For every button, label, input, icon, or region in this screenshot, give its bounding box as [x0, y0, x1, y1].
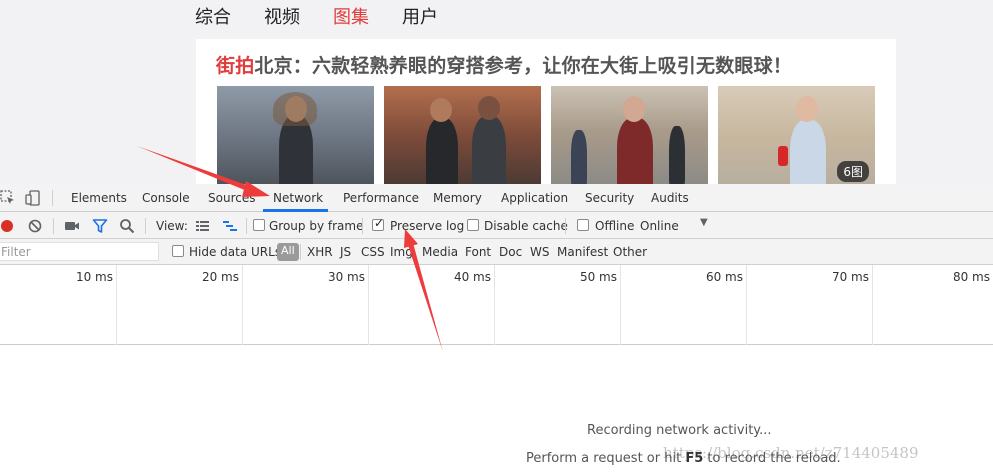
toolbar-divider: [145, 218, 146, 234]
type-filter-ws[interactable]: WS: [530, 245, 549, 259]
type-filter-css[interactable]: CSS: [361, 245, 385, 259]
tab-elements[interactable]: Elements: [71, 191, 127, 205]
devtools-panel: Elements Console Sources Network Perform…: [0, 184, 993, 475]
tab-sources[interactable]: Sources: [208, 191, 255, 205]
clear-icon[interactable]: [27, 218, 43, 234]
timeline-gridline: [368, 265, 369, 345]
tab-audits[interactable]: Audits: [651, 191, 689, 205]
toolbar-divider: [53, 218, 54, 234]
nav-item-user[interactable]: 用户: [402, 3, 438, 29]
device-icon[interactable]: [25, 190, 41, 206]
disable-cache-checkbox[interactable]: [467, 219, 479, 231]
gallery-thumbnail[interactable]: [384, 86, 541, 184]
toolbar-divider: [246, 218, 247, 234]
headline-text: 北京：六款轻熟养眼的穿搭参考，让你在大街上吸引无数眼球！: [254, 55, 793, 77]
nav-item-video[interactable]: 视频: [264, 3, 300, 29]
timeline-tick-label: 30 ms: [327, 270, 365, 284]
toolbar-divider: [300, 244, 301, 260]
offline-label: Offline: [595, 219, 635, 233]
gallery-thumbnail[interactable]: [217, 86, 374, 184]
tab-application[interactable]: Application: [501, 191, 568, 205]
preserve-log-label: Preserve log: [390, 219, 465, 233]
nav-item-gallery[interactable]: 图集: [333, 3, 369, 29]
type-filter-manifest[interactable]: Manifest: [557, 245, 608, 259]
tab-network[interactable]: Network: [273, 191, 323, 205]
tab-memory[interactable]: Memory: [433, 191, 482, 205]
waterfall-view-icon[interactable]: [222, 218, 238, 234]
type-filter-xhr[interactable]: XHR: [307, 245, 333, 259]
filter-input[interactable]: [0, 242, 159, 261]
inspect-icon[interactable]: [0, 190, 16, 206]
nav-item-comprehensive[interactable]: 综合: [195, 3, 231, 29]
toolbar-divider: [362, 218, 363, 234]
timeline-gridline: [746, 265, 747, 345]
web-page-area: 综合 视频 图集 用户 街拍北京：六款轻熟养眼的穿搭参考，让你在大街上吸引无数眼…: [0, 0, 993, 184]
tab-performance[interactable]: Performance: [343, 191, 419, 205]
timeline-gridline: [494, 265, 495, 345]
gallery-thumbnail[interactable]: 6图: [718, 86, 875, 184]
type-filter-media[interactable]: Media: [422, 245, 458, 259]
record-icon[interactable]: [0, 218, 16, 234]
type-filter-font[interactable]: Font: [465, 245, 491, 259]
type-filter-img[interactable]: Img: [390, 245, 413, 259]
gallery-result-card[interactable]: 街拍北京：六款轻熟养眼的穿搭参考，让你在大街上吸引无数眼球！ 6图: [196, 39, 896, 184]
list-view-icon[interactable]: [195, 218, 211, 234]
reload-hint-prefix: Perform a request or hit: [526, 451, 686, 466]
network-overview-timeline[interactable]: 10 ms 20 ms 30 ms 40 ms 50 ms 60 ms 70 m…: [0, 265, 993, 345]
timeline-tick-label: 20 ms: [201, 270, 239, 284]
result-headline[interactable]: 街拍北京：六款轻熟养眼的穿搭参考，让你在大街上吸引无数眼球！: [216, 51, 792, 78]
type-filter-doc[interactable]: Doc: [499, 245, 522, 259]
timeline-tick-label: 80 ms: [952, 270, 990, 284]
offline-checkbox[interactable]: [577, 219, 589, 231]
filter-icon[interactable]: [92, 218, 108, 234]
toolbar-divider: [565, 218, 566, 234]
image-count-badge: 6图: [837, 161, 869, 182]
timeline-gridline: [242, 265, 243, 345]
timeline-tick-label: 10 ms: [75, 270, 113, 284]
hide-data-urls-label: Hide data URLs: [189, 245, 282, 259]
tab-security[interactable]: Security: [585, 191, 634, 205]
tab-console[interactable]: Console: [142, 191, 190, 205]
hide-data-urls-checkbox[interactable]: [172, 245, 184, 257]
timeline-gridline: [620, 265, 621, 345]
network-filter-bar: Hide data URLs All XHR JS CSS Img Media …: [0, 239, 993, 265]
camera-icon[interactable]: [64, 218, 80, 234]
type-filter-all[interactable]: All: [277, 243, 299, 261]
timeline-tick-label: 70 ms: [831, 270, 869, 284]
search-icon[interactable]: [119, 218, 135, 234]
type-filter-other[interactable]: Other: [613, 245, 647, 259]
headline-tag: 街拍: [216, 55, 255, 77]
type-filter-js[interactable]: JS: [340, 245, 351, 259]
reload-hint: Perform a request or hit F5 to record th…: [526, 451, 841, 466]
timeline-gridline: [116, 265, 117, 345]
timeline-tick-label: 40 ms: [453, 270, 491, 284]
group-by-frame-checkbox[interactable]: [253, 219, 265, 231]
group-by-frame-label: Group by frame: [269, 219, 364, 233]
devtools-tab-bar: Elements Console Sources Network Perform…: [0, 184, 993, 212]
throttle-select[interactable]: Online: [640, 219, 679, 233]
reload-hint-suffix: to record the reload.: [703, 451, 841, 466]
dropdown-arrow-icon[interactable]: ▼: [700, 217, 708, 228]
timeline-tick-label: 60 ms: [705, 270, 743, 284]
reload-hint-key: F5: [685, 451, 704, 466]
gallery-thumbnail[interactable]: [551, 86, 708, 184]
preserve-log-checkbox[interactable]: [372, 216, 384, 231]
disable-cache-label: Disable cache: [484, 219, 568, 233]
timeline-tick-label: 50 ms: [579, 270, 617, 284]
network-request-list-empty: https://blog.csdn.net/z714405489 Recordi…: [0, 345, 993, 475]
recording-message: Recording network activity...: [587, 423, 772, 438]
network-toolbar: View: Group by frame Preserve log Disabl…: [0, 212, 993, 239]
timeline-gridline: [872, 265, 873, 345]
toolbar-divider: [52, 190, 53, 206]
view-label: View:: [156, 219, 188, 233]
